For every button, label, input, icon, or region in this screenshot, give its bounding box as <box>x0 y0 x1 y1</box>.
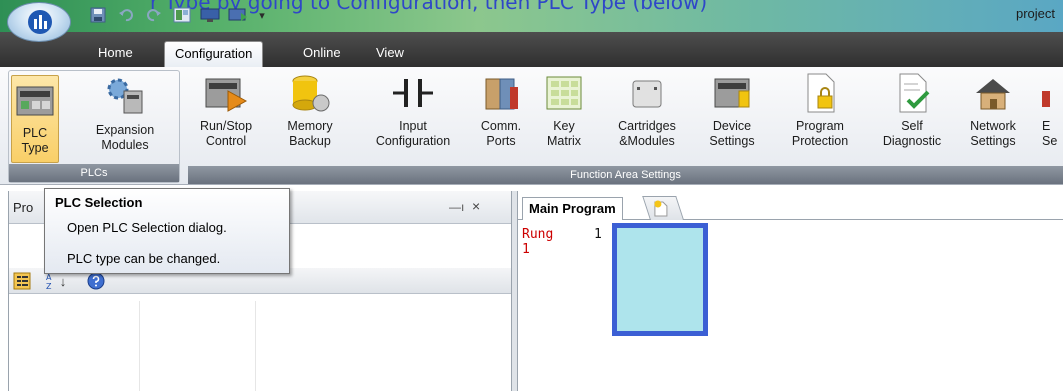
cartridges-modules-button[interactable]: Cartridges &Modules <box>610 71 684 149</box>
tab-configuration[interactable]: Configuration <box>164 41 264 67</box>
program-protection-label-2: Protection <box>791 134 849 148</box>
plc-type-button[interactable]: PLC Type <box>11 75 59 163</box>
key-matrix-icon <box>542 71 586 115</box>
window-title: project <box>1015 6 1055 21</box>
network-settings-label-2: Settings <box>970 134 1016 148</box>
expansion-modules-label-1: Expansion <box>95 123 155 137</box>
network-settings-label-1: Network <box>970 119 1016 133</box>
expansion-modules-button[interactable]: Expansion Modules <box>75 75 175 153</box>
cartridge-icon <box>625 71 669 115</box>
network-settings-icon <box>971 71 1015 115</box>
tab-main-program[interactable]: Main Program <box>522 197 623 220</box>
download-icon[interactable] <box>228 6 248 24</box>
device-settings-label-2: Settings <box>709 134 755 148</box>
grid-divider <box>139 301 140 391</box>
quick-access-toolbar: ▾ <box>88 4 268 26</box>
network-settings-button[interactable]: Network Settings <box>966 71 1020 149</box>
title-bar: r Type by going to Configuration, then P… <box>0 0 1063 32</box>
plc-type-icon <box>13 78 57 122</box>
plcs-group: PLC Type Expansion Modules PLCs <box>8 70 180 183</box>
plc-selection-tooltip: PLC Selection Open PLC Selection dialog.… <box>44 188 290 274</box>
input-configuration-button[interactable]: Input Configuration <box>358 71 468 149</box>
rung-index: 1 <box>594 227 602 242</box>
categorized-icon[interactable] <box>13 272 31 290</box>
instruction-overlay-text: r Type by going to Configuration, then P… <box>150 0 708 14</box>
sort-arrow-glyph: ↓ <box>59 273 67 289</box>
chevron-down-icon[interactable]: ▾ <box>256 6 268 24</box>
properties-title: Pro <box>13 200 34 215</box>
program-protection-icon <box>798 71 842 115</box>
key-matrix-label-2: Matrix <box>546 134 582 148</box>
partial-ribbon-button[interactable]: E Se <box>1036 71 1063 149</box>
device-settings-icon <box>710 71 754 115</box>
svg-text:Z: Z <box>46 282 52 290</box>
svg-text:A: A <box>46 273 52 282</box>
ladder-cursor-cell[interactable] <box>612 223 708 336</box>
tab-online[interactable]: Online <box>293 41 351 67</box>
plc-type-label-2: Type <box>21 141 49 155</box>
self-diagnostic-label-2: Diagnostic <box>882 134 942 148</box>
ribbon-tab-bar: Home Configuration Online View <box>0 32 1063 67</box>
device-settings-label-1: Device <box>712 119 752 133</box>
partial-label-1: E <box>1042 119 1051 133</box>
new-document-icon <box>653 200 669 221</box>
tab-view[interactable]: View <box>366 41 414 67</box>
partial-icon <box>1036 71 1063 115</box>
expansion-modules-label-2: Modules <box>101 138 149 152</box>
main-program-area: Main Program Rung 1 1 <box>518 191 1063 391</box>
input-configuration-label-1: Input <box>399 119 427 133</box>
self-diagnostic-button[interactable]: Self Diagnostic <box>870 71 954 149</box>
run-stop-control-button[interactable]: Run/Stop Control <box>192 71 260 149</box>
grid-divider <box>255 301 256 391</box>
help-icon[interactable] <box>87 272 105 290</box>
input-contact-icon <box>391 71 435 115</box>
cartridges-label-2: &Modules <box>619 134 675 148</box>
pin-icon[interactable]: —ı <box>449 200 464 214</box>
input-configuration-label-2: Configuration <box>375 134 451 148</box>
memory-backup-icon <box>288 71 332 115</box>
undo-icon[interactable] <box>116 6 136 24</box>
memory-backup-label-2: Backup <box>289 134 331 148</box>
ribbon: PLC Type Expansion Modules PLCs Run/Stop… <box>0 67 1063 185</box>
plc-type-label-1: PLC <box>22 126 48 140</box>
tooltip-description: Open PLC Selection dialog. <box>67 220 227 235</box>
close-icon[interactable]: × <box>472 198 480 214</box>
application-menu-button[interactable] <box>7 2 71 42</box>
new-tab-button[interactable] <box>642 196 684 220</box>
run-stop-label-2: Control <box>205 134 247 148</box>
comm-ports-label-1: Comm. <box>480 119 522 133</box>
properties-grid[interactable] <box>9 301 511 391</box>
key-matrix-button[interactable]: Key Matrix <box>542 71 586 149</box>
save-icon[interactable] <box>88 6 108 24</box>
memory-backup-button[interactable]: Memory Backup <box>280 71 340 149</box>
expansion-modules-icon <box>103 75 147 119</box>
sort-az-icon[interactable]: AZ ↓ <box>43 272 69 290</box>
program-protection-label-1: Program <box>796 119 844 133</box>
partial-label-2: Se <box>1042 134 1058 148</box>
tooltip-note: PLC type can be changed. <box>67 251 221 266</box>
comm-ports-button[interactable]: Comm. Ports <box>474 71 528 149</box>
run-stop-label-1: Run/Stop <box>199 119 253 133</box>
self-diagnostic-label-1: Self <box>901 119 923 133</box>
rung-number: 1 <box>522 242 530 257</box>
plcs-group-label: PLCs <box>9 164 179 182</box>
memory-backup-label-1: Memory <box>287 119 333 133</box>
tab-home[interactable]: Home <box>88 41 143 67</box>
comm-ports-label-2: Ports <box>486 134 516 148</box>
tooltip-title: PLC Selection <box>55 195 143 210</box>
document-tab-strip: Main Program <box>518 191 1063 220</box>
cartridges-label-1: Cartridges <box>618 119 676 133</box>
rung-label: Rung <box>522 227 554 242</box>
app-logo-icon <box>28 10 52 34</box>
comm-ports-icon <box>479 71 523 115</box>
redo-icon[interactable] <box>144 6 164 24</box>
program-protection-button[interactable]: Program Protection <box>780 71 860 149</box>
run-stop-icon <box>204 71 248 115</box>
device-settings-button[interactable]: Device Settings <box>704 71 760 149</box>
self-diagnostic-icon <box>890 71 934 115</box>
function-area-settings-label: Function Area Settings <box>188 166 1063 184</box>
monitor-icon[interactable] <box>200 6 220 24</box>
layout-icon[interactable] <box>172 6 192 24</box>
key-matrix-label-1: Key <box>553 119 575 133</box>
